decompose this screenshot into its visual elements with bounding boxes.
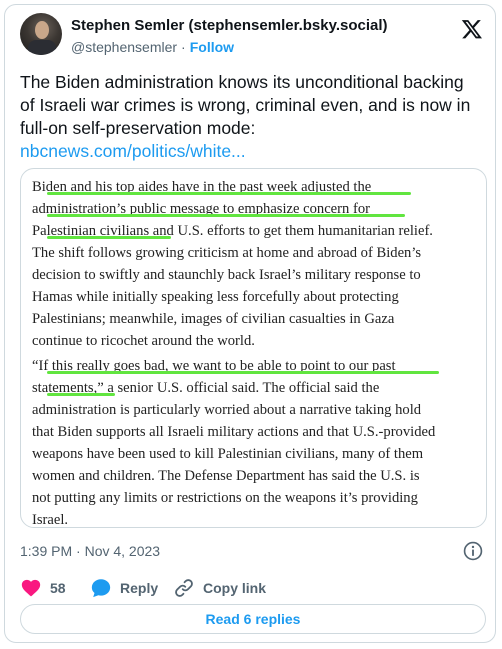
- excerpt-line: that Biden supports all Israeli military…: [32, 424, 436, 440]
- excerpt-line: Palestinians; meanwhile, images of civil…: [32, 311, 395, 327]
- excerpt-line: Biden and his top aides have in the past…: [32, 179, 372, 195]
- avatar-shirt: [28, 40, 56, 55]
- avatar[interactable]: [20, 13, 62, 55]
- excerpt-line: continue to ricochet around the world.: [32, 333, 255, 349]
- copy-link-label: Copy link: [203, 580, 267, 596]
- link-icon: [175, 579, 193, 597]
- like-count: 58: [50, 580, 66, 596]
- tweet-card: Stephen Semler (stephensemler.bsky.socia…: [4, 4, 496, 643]
- author-name[interactable]: Stephen Semler (stephensemler.bsky.socia…: [71, 17, 388, 34]
- reply-button[interactable]: Reply: [90, 576, 158, 600]
- excerpt-line: decision to swiftly and staunchly back I…: [32, 267, 421, 283]
- excerpt-line: statements,” a senior U.S. official said…: [32, 380, 380, 396]
- excerpt-line: administration is particularly worried a…: [32, 402, 422, 418]
- tweet-text: The Biden administration knows its uncon…: [20, 71, 488, 140]
- excerpt-line: Israel.: [32, 512, 69, 528]
- highlight-underline: [47, 393, 115, 396]
- reply-bubble-icon: [91, 579, 111, 598]
- follow-button[interactable]: Follow: [190, 39, 234, 55]
- excerpt-line: Hamas while initially speaking less forc…: [32, 289, 399, 305]
- excerpt-line: The shift follows growing criticism at h…: [32, 245, 422, 261]
- info-icon[interactable]: [462, 540, 484, 562]
- tweet-text-line: The Biden administration knows its uncon…: [20, 72, 464, 92]
- author-handle[interactable]: @stephensemler: [71, 39, 177, 55]
- highlight-underline: [47, 371, 439, 374]
- excerpt-paragraph-1: Biden and his top aides have in the past…: [32, 176, 472, 352]
- like-button[interactable]: 58: [20, 576, 66, 600]
- excerpt-line: administration’s public message to empha…: [32, 201, 370, 217]
- highlight-underline: [47, 192, 411, 195]
- tweet-timestamp[interactable]: 1:39 PM · Nov 4, 2023: [20, 543, 160, 559]
- excerpt-line: women and children. The Defense Departme…: [32, 468, 420, 484]
- excerpt-line: not putting any limits or restrictions o…: [32, 490, 418, 506]
- read-replies-button[interactable]: Read 6 replies: [20, 604, 486, 634]
- highlight-underline: [47, 214, 405, 217]
- excerpt-line: “If this really goes bad, we want to be …: [32, 358, 396, 374]
- separator-dot: ·: [181, 39, 186, 55]
- heart-icon: [21, 579, 41, 597]
- excerpt-paragraph-2: “If this really goes bad, we want to be …: [32, 355, 472, 531]
- excerpt-line: Palestinian civilians and U.S. efforts t…: [32, 223, 433, 239]
- excerpt-line: weapons have been used to kill Palestini…: [32, 446, 424, 462]
- article-link[interactable]: nbcnews.com/politics/white...: [20, 140, 246, 163]
- tweet-text-line: of Israeli war crimes is wrong, criminal…: [20, 95, 471, 115]
- copy-link-button[interactable]: Copy link: [173, 576, 266, 600]
- highlight-underline: [47, 236, 171, 239]
- author-handle-row: @stephensemler · Follow: [71, 39, 234, 55]
- reply-label: Reply: [120, 580, 159, 596]
- tweet-text-line: full-on self-preservation mode:: [20, 118, 256, 138]
- x-logo-icon[interactable]: [461, 18, 483, 40]
- avatar-face: [35, 21, 49, 39]
